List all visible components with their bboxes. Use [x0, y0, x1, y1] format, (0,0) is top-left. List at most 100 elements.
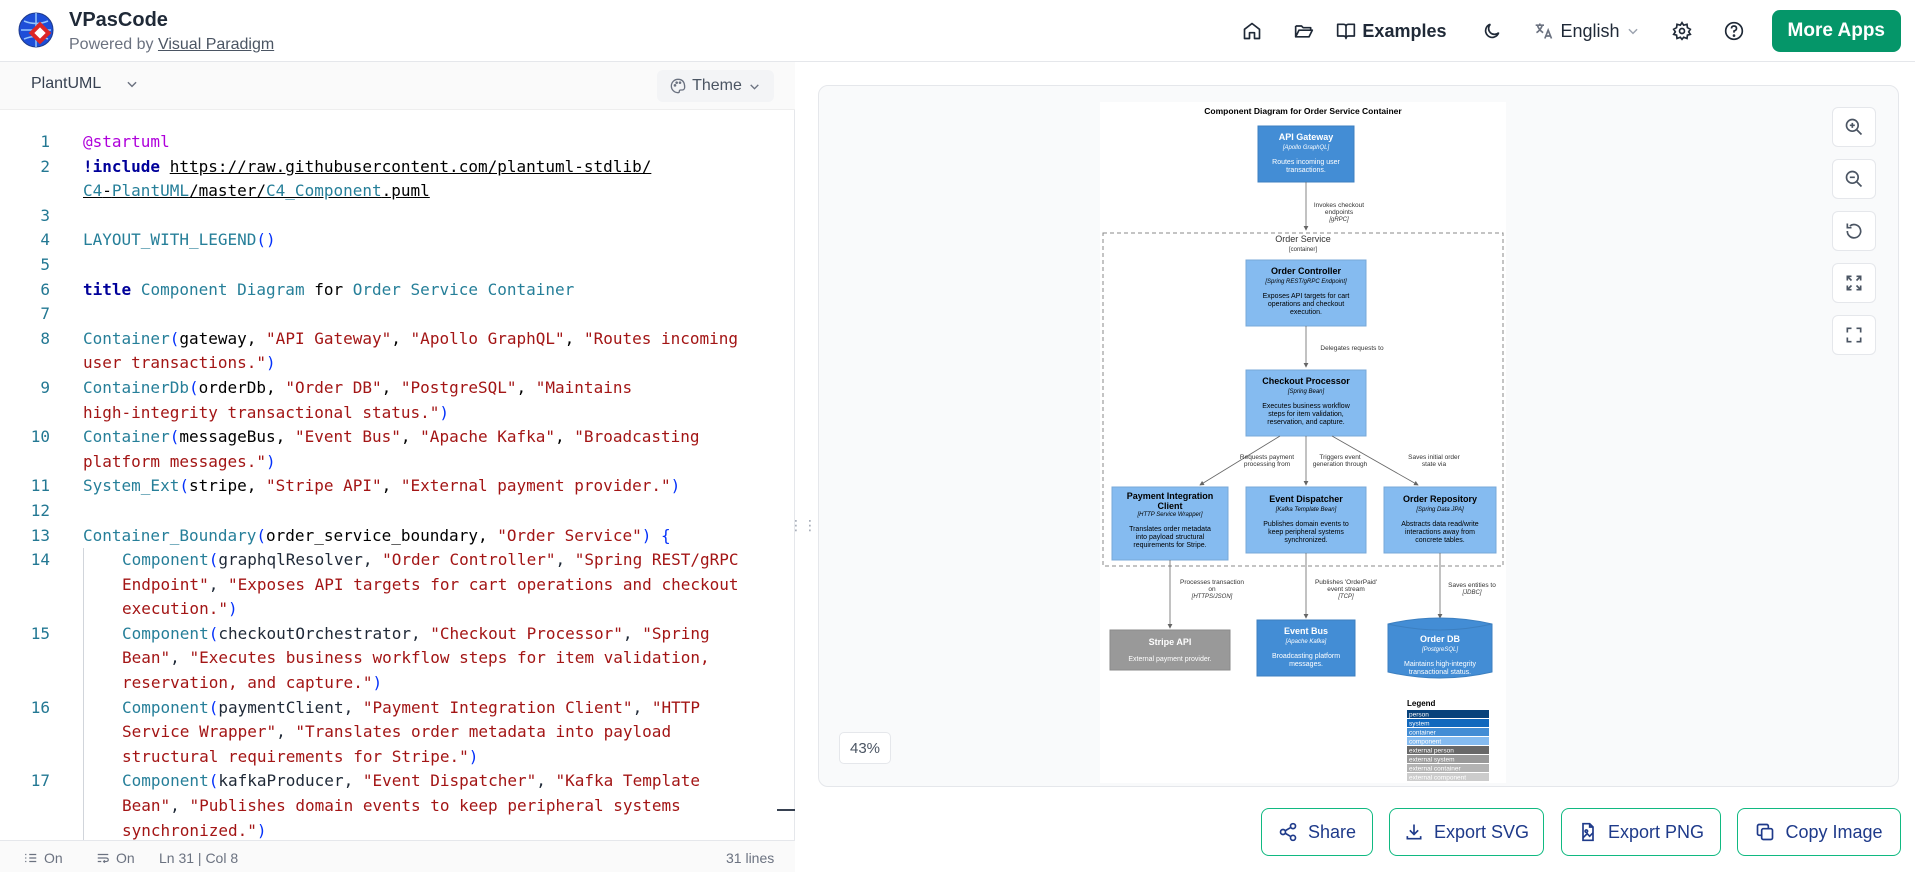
- theme-select[interactable]: Theme: [657, 70, 774, 102]
- code-line: 5: [0, 253, 775, 278]
- legend-label: container: [1409, 730, 1437, 737]
- palette-icon: [670, 78, 686, 94]
- powered-by: Powered by Visual Paradigm: [69, 36, 274, 54]
- share-label: Share: [1307, 821, 1357, 842]
- node-payment-client-tech: [HTTP Service Wrapper]: [1136, 512, 1202, 518]
- export-svg-button[interactable]: Export SVG: [1389, 808, 1544, 856]
- rel-stripe-tech: [HTTPS/JSON]: [1191, 594, 1233, 600]
- legend-label: person: [1409, 712, 1429, 719]
- gear-icon: [1671, 21, 1692, 41]
- wrap-icon: [97, 853, 109, 864]
- line-numbers-toggle[interactable]: On: [24, 850, 63, 866]
- code-editor[interactable]: 1 @startuml 2 !include https://raw.githubu…: [0, 130, 775, 840]
- powered-by-prefix: Powered by: [69, 36, 154, 53]
- code-line: 7: [0, 302, 775, 327]
- line-number: 16: [30, 697, 50, 717]
- legend-label: external container: [1409, 766, 1462, 773]
- app-name: VPasCode: [69, 9, 168, 31]
- export-png-button[interactable]: Export PNG: [1561, 808, 1721, 856]
- app-logo-icon[interactable]: [18, 12, 54, 48]
- word-wrap-toggle[interactable]: On: [96, 850, 135, 866]
- line-number: 12: [30, 500, 50, 520]
- legend-items: person system container component extern…: [1407, 710, 1489, 782]
- node-order-db-desc: Maintains high-integrity transactional st…: [1404, 661, 1476, 676]
- file-image-icon: [1582, 822, 1594, 842]
- download-icon: [1406, 824, 1422, 840]
- share-button[interactable]: Share: [1261, 808, 1373, 856]
- rel-db-tech: [JDBC]: [1461, 590, 1481, 596]
- code-line: 16 Component(paymentClient, "Payment Inte…: [0, 695, 775, 770]
- reset-icon: [1846, 223, 1862, 239]
- examples-label: Examples: [1362, 20, 1447, 41]
- legend-label: external component: [1409, 775, 1466, 782]
- rel-payment: Requests payment processing from: [1240, 454, 1294, 468]
- legend-title: Legend: [1407, 699, 1436, 708]
- fullscreen-button[interactable]: [1832, 315, 1876, 355]
- examples-button[interactable]: Examples: [1336, 11, 1446, 51]
- code-line: 15 Component(checkoutOrchestrator, "Check…: [0, 621, 775, 696]
- dark-mode-toggle[interactable]: [1472, 11, 1512, 51]
- node-order-controller-name: Order Controller: [1271, 266, 1342, 276]
- line-count: 31 lines: [726, 850, 775, 866]
- code-line: 1 @startuml: [0, 130, 775, 155]
- line-number: 7: [40, 304, 50, 324]
- reset-zoom-button[interactable]: [1832, 211, 1876, 251]
- share-icon: [1279, 822, 1297, 842]
- zoom-in-button[interactable]: [1832, 107, 1876, 147]
- node-order-repository-name: Order Repository: [1403, 494, 1477, 504]
- rel-repo: Saves initial order state via: [1408, 454, 1460, 468]
- help-button[interactable]: [1714, 11, 1754, 51]
- node-api-gateway-name: API Gateway: [1279, 132, 1334, 142]
- copy-icon: [1757, 823, 1774, 841]
- visual-paradigm-link[interactable]: Visual Paradigm: [158, 36, 274, 53]
- node-stripe-api[interactable]: [1109, 629, 1231, 671]
- code-line: 12: [0, 499, 775, 524]
- copy-image-button[interactable]: Copy Image: [1737, 808, 1901, 856]
- node-order-db-name: Order DB: [1420, 634, 1461, 644]
- help-icon: [1724, 21, 1743, 41]
- chevron-down-icon: [750, 83, 759, 90]
- line-number: 2: [40, 156, 50, 176]
- cursor-position: Ln 31 | Col 8: [159, 850, 239, 866]
- folder-icon: [1295, 25, 1314, 38]
- fit-to-screen-button[interactable]: [1832, 263, 1876, 303]
- language-select[interactable]: English: [1534, 11, 1639, 51]
- zoom-out-button[interactable]: [1832, 159, 1876, 199]
- export-png-label: Export PNG: [1607, 821, 1705, 842]
- legend-label: external system: [1409, 757, 1455, 764]
- legend-label: external person: [1409, 748, 1454, 755]
- home-button[interactable]: [1232, 11, 1272, 51]
- fit-icon: [1846, 275, 1862, 291]
- rel-invokes-tech: [gRPC]: [1328, 217, 1349, 223]
- zoom-out-icon: [1845, 170, 1863, 188]
- code-line: 4 LAYOUT_WITH_LEGEND(): [0, 228, 775, 253]
- pane-resize-handle[interactable]: ⋮⋮: [789, 517, 817, 539]
- legend-label: system: [1409, 721, 1430, 728]
- node-event-dispatcher-tech: [Kafka Template Bean]: [1275, 507, 1337, 513]
- chevron-down-icon: [1627, 28, 1638, 35]
- language-label: English: [1560, 20, 1620, 41]
- more-apps-button[interactable]: More Apps: [1771, 10, 1901, 52]
- node-order-repository-tech: [Spring Data JPA]: [1415, 507, 1464, 513]
- code-line: 14 Component(graphqlResolver, "Order Cont…: [0, 548, 775, 622]
- app-header: VPasCode Powered by Visual Paradigm Exam…: [0, 0, 1915, 62]
- node-checkout-processor-tech: [Spring Bean]: [1287, 389, 1325, 395]
- settings-button[interactable]: [1662, 11, 1702, 51]
- word-wrap-status: On: [116, 850, 135, 866]
- line-number: 8: [40, 328, 50, 348]
- line-number: 4: [40, 230, 50, 250]
- rel-stripe: Processes transaction on: [1180, 579, 1244, 593]
- translate-icon: [1536, 23, 1553, 39]
- open-folder-button[interactable]: [1284, 11, 1324, 51]
- boundary-type: [container]: [1289, 247, 1317, 253]
- list-icon: [25, 853, 37, 863]
- zoom-in-icon: [1845, 118, 1863, 136]
- code-line: 13 Container_Boundary(order_service_bound…: [0, 524, 775, 549]
- diagram-language-select[interactable]: PlantUML: [31, 75, 139, 93]
- line-number: 17: [30, 771, 50, 791]
- node-stripe-api-desc: External payment provider.: [1128, 656, 1211, 663]
- scroll-indicator[interactable]: [777, 809, 795, 811]
- line-number: 9: [40, 377, 50, 397]
- node-checkout-processor-desc: Executes business workflow steps for item…: [1262, 403, 1350, 426]
- diagram-canvas: Component Diagram for Order Service Cont…: [1100, 102, 1506, 783]
